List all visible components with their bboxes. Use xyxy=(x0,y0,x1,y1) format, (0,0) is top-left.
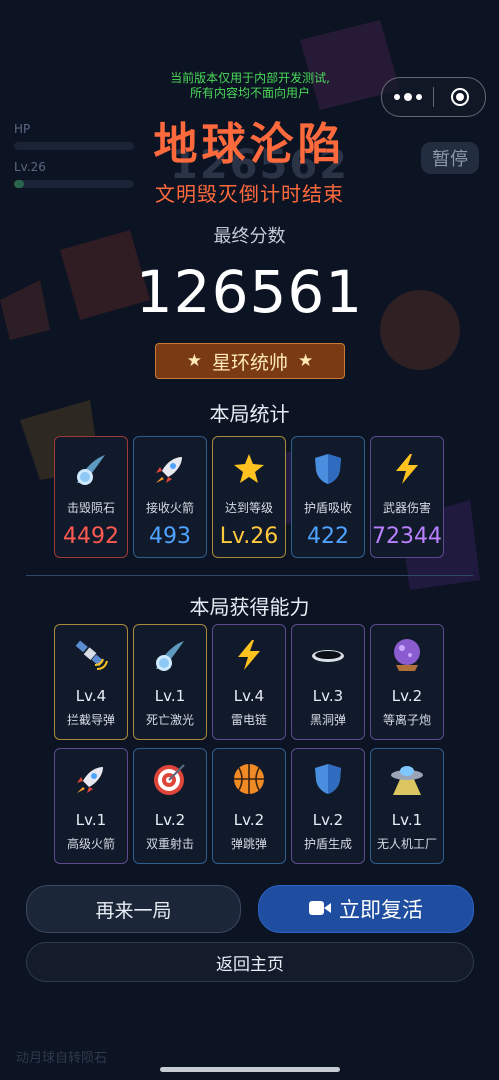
section-divider xyxy=(26,575,473,576)
rocket-icon xyxy=(71,759,111,799)
play-again-button[interactable]: 再来一局 xyxy=(26,885,241,933)
stat-value: 422 xyxy=(307,524,349,549)
final-score: 126561 xyxy=(135,258,364,326)
lightning-icon xyxy=(387,449,427,489)
black-hole-icon xyxy=(308,635,348,675)
crystal-ball-icon xyxy=(387,635,427,675)
shield-icon xyxy=(308,759,348,799)
gameover-subtitle: 文明毁灭倒计时结束 xyxy=(155,182,344,206)
ability-level: Lv.2 xyxy=(312,811,344,829)
dev-notice: 当前版本仅用于内部开发测试, 所有内容均不面向用户 xyxy=(150,71,350,101)
stat-label: 达到等级 xyxy=(224,501,273,515)
close-miniprogram-icon[interactable] xyxy=(434,88,485,106)
ability-card: Lv.1 无人机工厂 xyxy=(370,748,444,864)
ability-level: Lv.1 xyxy=(391,811,423,829)
ability-card: Lv.1 死亡激光 xyxy=(133,624,207,740)
rocket-icon xyxy=(150,449,190,489)
stat-value: Lv.26 xyxy=(219,524,279,549)
ability-card: Lv.2 等离子炮 xyxy=(370,624,444,740)
ability-level: Lv.2 xyxy=(391,687,423,705)
stat-card-damage: 武器伤害 72344 xyxy=(370,436,444,558)
ability-name: 无人机工厂 xyxy=(376,837,437,851)
return-home-label: 返回主页 xyxy=(216,954,284,975)
ability-card: Lv.4 雷电链 xyxy=(212,624,286,740)
shield-icon xyxy=(308,449,348,489)
ability-level: Lv.3 xyxy=(312,687,344,705)
return-home-button[interactable]: 返回主页 xyxy=(26,942,474,982)
stat-card-rockets: 接收火箭 493 xyxy=(133,436,207,558)
ability-name: 等离子炮 xyxy=(382,713,431,727)
ability-name: 双重射击 xyxy=(145,837,194,851)
ability-name: 护盾生成 xyxy=(303,837,352,851)
stats-section-title: 本局统计 xyxy=(209,402,290,426)
ability-level: Lv.1 xyxy=(154,687,186,705)
home-indicator xyxy=(160,1067,340,1072)
ability-card: Lv.4 拦截导弹 xyxy=(54,624,128,740)
meteor-icon xyxy=(71,449,111,489)
rank-badge: ★ 星环统帅 ★ xyxy=(155,343,345,379)
ability-level: Lv.2 xyxy=(154,811,186,829)
ability-level: Lv.1 xyxy=(75,811,107,829)
ability-name: 拦截导弹 xyxy=(66,713,115,727)
target-icon xyxy=(150,759,190,799)
stat-label: 击毁陨石 xyxy=(66,501,115,515)
more-menu-icon[interactable] xyxy=(382,93,433,101)
final-score-label: 最终分数 xyxy=(213,226,286,247)
ability-name: 雷电链 xyxy=(230,713,267,727)
ability-card: Lv.1 高级火箭 xyxy=(54,748,128,864)
stat-label: 武器伤害 xyxy=(382,501,431,515)
stat-label: 接收火箭 xyxy=(145,501,194,515)
background-footer-text: 动月球自转陨石 xyxy=(16,1051,108,1066)
ability-level: Lv.4 xyxy=(233,687,265,705)
stat-value: 493 xyxy=(149,524,191,549)
ability-name: 黑洞弹 xyxy=(309,713,346,727)
abilities-section-title: 本局获得能力 xyxy=(189,595,310,619)
ufo-icon xyxy=(387,759,427,799)
comet-icon xyxy=(150,635,190,675)
ability-name: 死亡激光 xyxy=(145,713,194,727)
basketball-icon xyxy=(229,759,269,799)
stat-label: 护盾吸收 xyxy=(303,501,352,515)
revive-button[interactable]: 立即复活 xyxy=(258,885,474,933)
star-icon: ★ xyxy=(186,351,202,371)
stat-value: 4492 xyxy=(63,524,119,549)
star-icon: ★ xyxy=(298,351,314,371)
stat-card-shield: 护盾吸收 422 xyxy=(291,436,365,558)
stat-card-level: 达到等级 Lv.26 xyxy=(212,436,286,558)
ability-card: Lv.2 弹跳弹 xyxy=(212,748,286,864)
lightning-icon xyxy=(229,635,269,675)
ability-name: 弹跳弹 xyxy=(230,837,267,851)
ability-name: 高级火箭 xyxy=(66,837,115,851)
satellite-icon xyxy=(71,635,111,675)
ability-card: Lv.2 护盾生成 xyxy=(291,748,365,864)
star-icon xyxy=(229,449,269,489)
video-camera-icon xyxy=(309,897,331,921)
rank-title: 星环统帅 xyxy=(211,351,288,374)
stat-value: 72344 xyxy=(372,524,442,549)
ability-card: Lv.3 黑洞弹 xyxy=(291,624,365,740)
gameover-title: 地球沦陷 xyxy=(153,119,346,170)
dev-notice-line1: 当前版本仅用于内部开发测试, xyxy=(170,71,330,85)
dev-notice-line2: 所有内容均不面向用户 xyxy=(189,86,310,100)
stat-card-meteors: 击毁陨石 4492 xyxy=(54,436,128,558)
revive-label: 立即复活 xyxy=(339,898,423,922)
ability-level: Lv.2 xyxy=(233,811,265,829)
ability-level: Lv.4 xyxy=(75,687,107,705)
ability-card: Lv.2 双重射击 xyxy=(133,748,207,864)
play-again-label: 再来一局 xyxy=(95,899,172,922)
